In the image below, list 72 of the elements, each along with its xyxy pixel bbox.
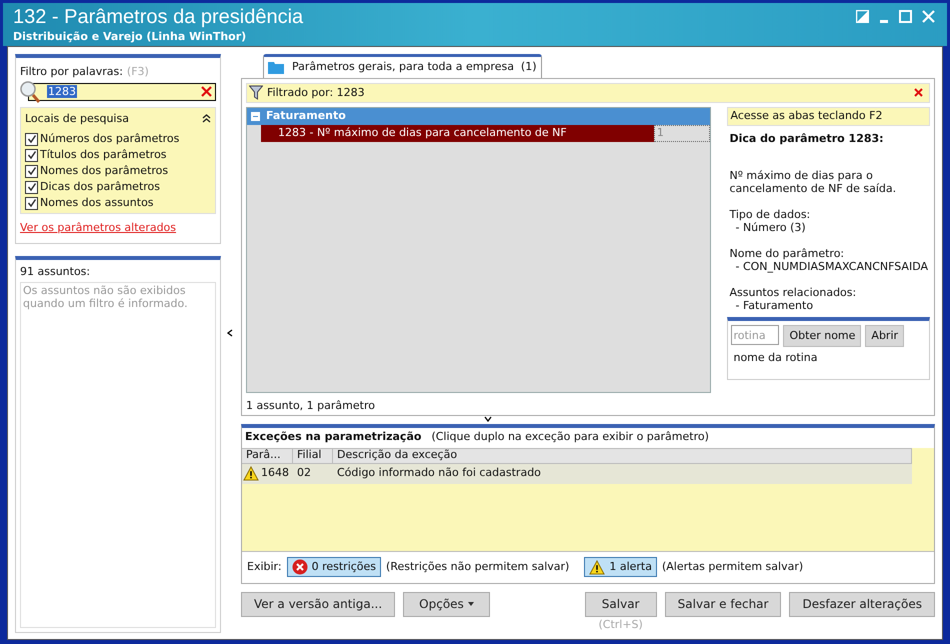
tree-status: 1 assunto, 1 parâmetro [246, 398, 376, 414]
folder-icon [268, 61, 284, 74]
tip-description: Nº máximo de dias para o cancelamento de NF de saída. [728, 169, 898, 196]
clear-icon[interactable] [201, 86, 212, 97]
checkbox[interactable] [25, 196, 38, 210]
table-cell-text: 1648 [261, 465, 289, 482]
collapse-down-icon[interactable] [484, 416, 492, 422]
checkbox[interactable] [25, 148, 38, 162]
error-icon [292, 559, 308, 575]
column-header[interactable]: Filial [293, 448, 333, 462]
maximize-icon[interactable] [899, 10, 912, 23]
parameter-row[interactable]: 1283 - Nº máximo de dias para cancelamento de NF [261, 124, 654, 142]
collapse-left-icon[interactable] [227, 329, 233, 337]
filter-text: Filtrado por: 1283 [267, 84, 366, 101]
show-label: Exibir: [247, 558, 282, 575]
column-header[interactable]: Parâ... [242, 448, 293, 462]
info-label: Tipo de dados: [729, 208, 812, 222]
expand-icon[interactable] [251, 112, 260, 121]
filter-toggle[interactable]: 1 alerta [584, 557, 657, 577]
checkbox[interactable] [25, 164, 38, 178]
shortcut-hint: (Ctrl+S) [598, 616, 643, 632]
info-value: - CON_NUMDIASMAXCANCNFSAIDA [734, 260, 928, 274]
warning-icon [243, 466, 259, 481]
tip-title: Dica do parâmetro 1283: [728, 130, 885, 147]
filter-field[interactable]: 1283 [28, 82, 216, 100]
action-button[interactable]: Opções [403, 592, 490, 616]
tabs-hint: Acesse as abas teclando F2 [727, 106, 930, 126]
routine-name: nome da rotina [732, 350, 818, 366]
tab[interactable]: Parâmetros gerais, para toda a empresa (1) [263, 54, 542, 78]
changed-parameters-link[interactable]: Ver os parâmetros alterados [20, 220, 216, 236]
restore-icon[interactable] [856, 10, 869, 23]
empty-message: Os assuntos não são exibidos quando um filtro é informado. [23, 284, 189, 310]
toggle-note: (Alertas permitem salvar) [662, 558, 804, 575]
action-button[interactable]: Salvar e fechar [664, 592, 782, 616]
window-title: 132 - Parâmetros da presidência [13, 5, 304, 30]
routine-button[interactable]: Abrir [865, 325, 904, 348]
filter-value: 1283 [47, 85, 77, 98]
checkbox[interactable] [25, 180, 38, 194]
exceptions-hint: (Clique duplo na exceção para exibir o parâmetro) [431, 429, 709, 446]
filter-toggle[interactable]: 0 restrições [286, 557, 382, 577]
checkbox-label[interactable]: Títulos dos parâmetros [40, 146, 167, 164]
checkbox-label[interactable]: Nomes dos parâmetros [40, 162, 168, 180]
window-subtitle: Distribuição e Varejo (Linha WinThor) [13, 30, 248, 43]
checkbox-label[interactable]: Nomes dos assuntos [40, 194, 154, 212]
info-value: - Número (3) [734, 221, 807, 234]
routine-button[interactable]: Obter nome [783, 325, 862, 348]
tab-label: Parâmetros gerais, para toda a empresa (1) [292, 59, 537, 76]
exceptions-title: Exceções na parametrização [245, 429, 422, 446]
collapse-icon[interactable] [202, 114, 211, 124]
action-button[interactable]: Ver a versão antiga... [241, 592, 396, 616]
column-header[interactable]: Descrição da exceção [333, 448, 912, 462]
checkbox[interactable] [25, 132, 38, 146]
table-cell-text: 02 [297, 465, 311, 482]
group-title: Faturamento [266, 108, 346, 124]
checkbox-label[interactable]: Dicas dos parâmetros [40, 178, 160, 196]
info-value: - Faturamento [734, 299, 814, 312]
filter-label: Filtro por palavras: [20, 64, 123, 80]
info-label: Assuntos relacionados: [729, 286, 858, 300]
subjects-count: 91 assuntos: [20, 264, 92, 280]
toggle-note: (Restrições não permitem salvar) [386, 558, 570, 575]
section-title: Locais de pesquisa [25, 110, 129, 126]
search-icon [19, 80, 41, 104]
action-button[interactable]: Desfazer alterações [789, 592, 935, 616]
warning-icon [589, 560, 606, 574]
info-label: Nome do parâmetro: [729, 247, 846, 260]
action-button[interactable]: Salvar [584, 592, 657, 616]
funnel-icon [249, 85, 263, 100]
table-cell-text: Código informado não foi cadastrado [337, 465, 541, 482]
routine-field[interactable]: rotina [731, 325, 780, 346]
close-icon[interactable] [914, 88, 923, 98]
checkbox-label[interactable]: Números dos parâmetros [40, 130, 180, 148]
shortcut-hint: (F3) [126, 64, 149, 80]
